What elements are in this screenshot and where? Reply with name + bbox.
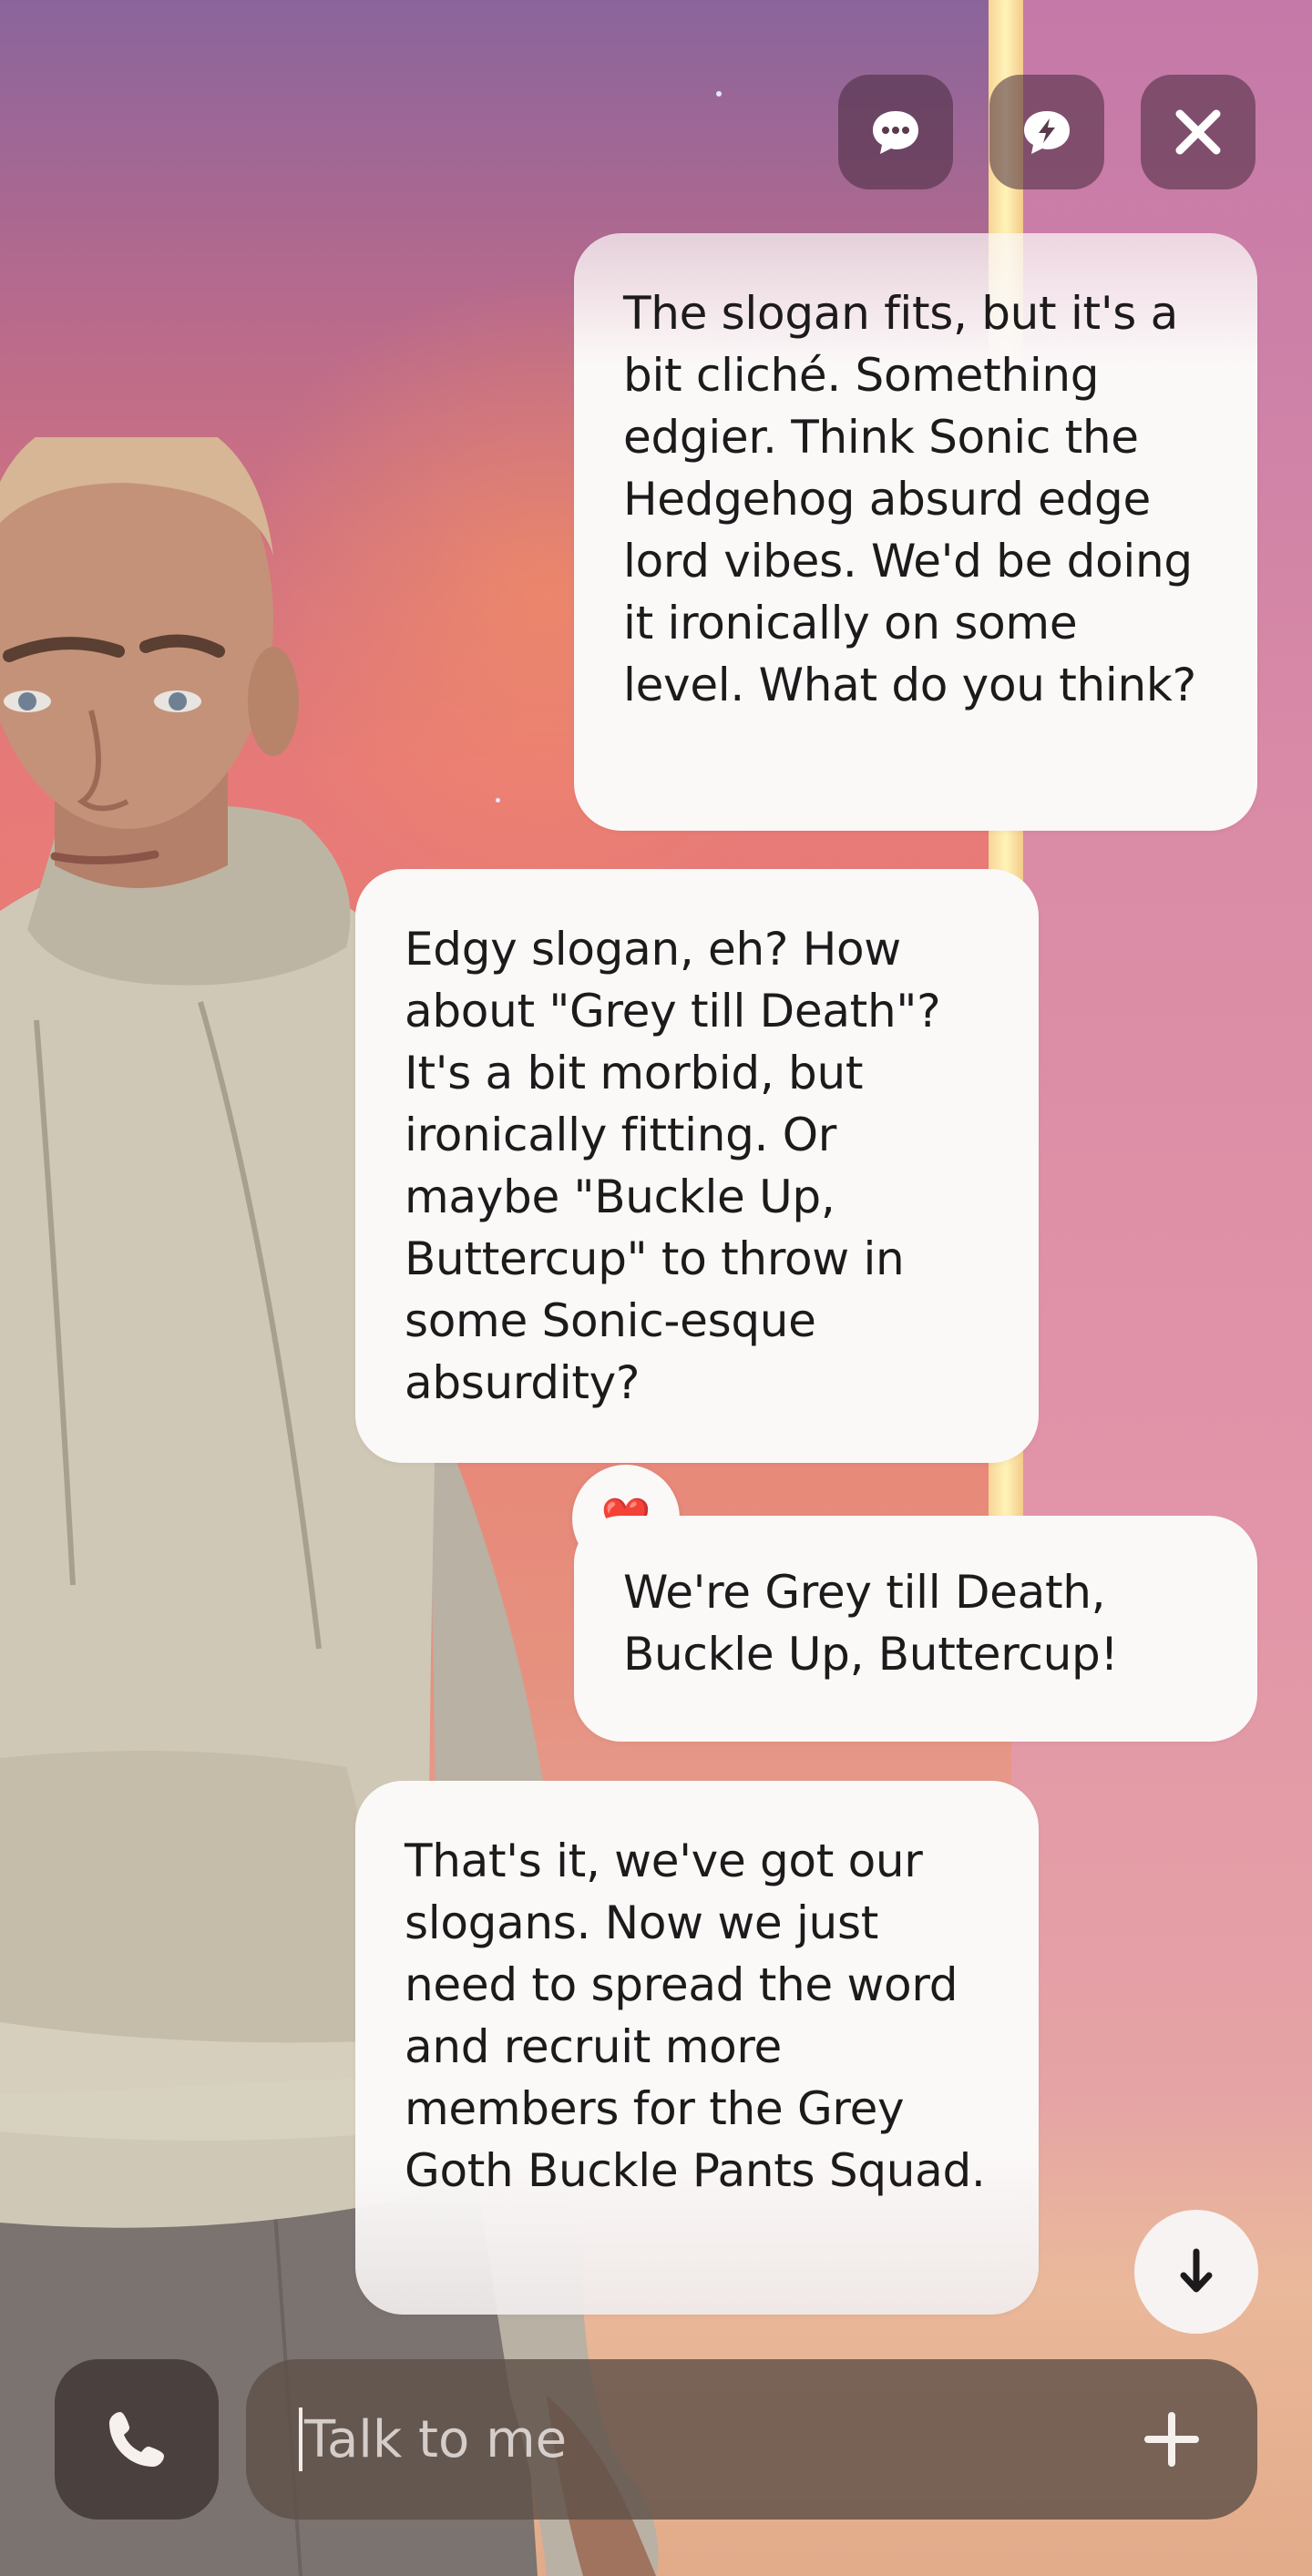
attach-button[interactable] [1137, 2405, 1206, 2474]
message-input[interactable]: Talk to me [246, 2359, 1257, 2520]
chat-button[interactable] [838, 75, 953, 189]
user-message-bubble: We're Grey till Death, Buckle Up, Butter… [574, 1516, 1257, 1742]
close-icon [1175, 109, 1221, 155]
message-text: Edgy slogan, eh? How about "Grey till De… [405, 923, 941, 1409]
chat-dots-icon [873, 111, 918, 154]
message-text: The slogan fits, but it's a bit cliché. … [623, 287, 1196, 711]
scroll-to-bottom-button[interactable] [1134, 2210, 1258, 2334]
chat-bolt-icon [1024, 111, 1070, 154]
close-button[interactable] [1141, 75, 1256, 189]
ai-message-bubble[interactable]: That's it, we've got our slogans. Now we… [355, 1781, 1039, 2315]
plus-icon [1144, 2412, 1199, 2467]
background-star [716, 91, 722, 97]
message-text: We're Grey till Death, Buckle Up, Butter… [623, 1566, 1119, 1681]
ai-message-bubble[interactable]: Edgy slogan, eh? How about "Grey till De… [355, 869, 1039, 1463]
arrow-down-icon [1180, 2248, 1213, 2293]
call-button[interactable] [55, 2359, 219, 2520]
quick-reply-button[interactable] [989, 75, 1104, 189]
text-cursor [299, 2407, 302, 2471]
phone-icon [109, 2412, 164, 2467]
message-text: That's it, we've got our slogans. Now we… [405, 1835, 986, 2197]
user-message-bubble: The slogan fits, but it's a bit cliché. … [574, 233, 1257, 831]
message-input-placeholder: Talk to me [304, 2409, 568, 2469]
